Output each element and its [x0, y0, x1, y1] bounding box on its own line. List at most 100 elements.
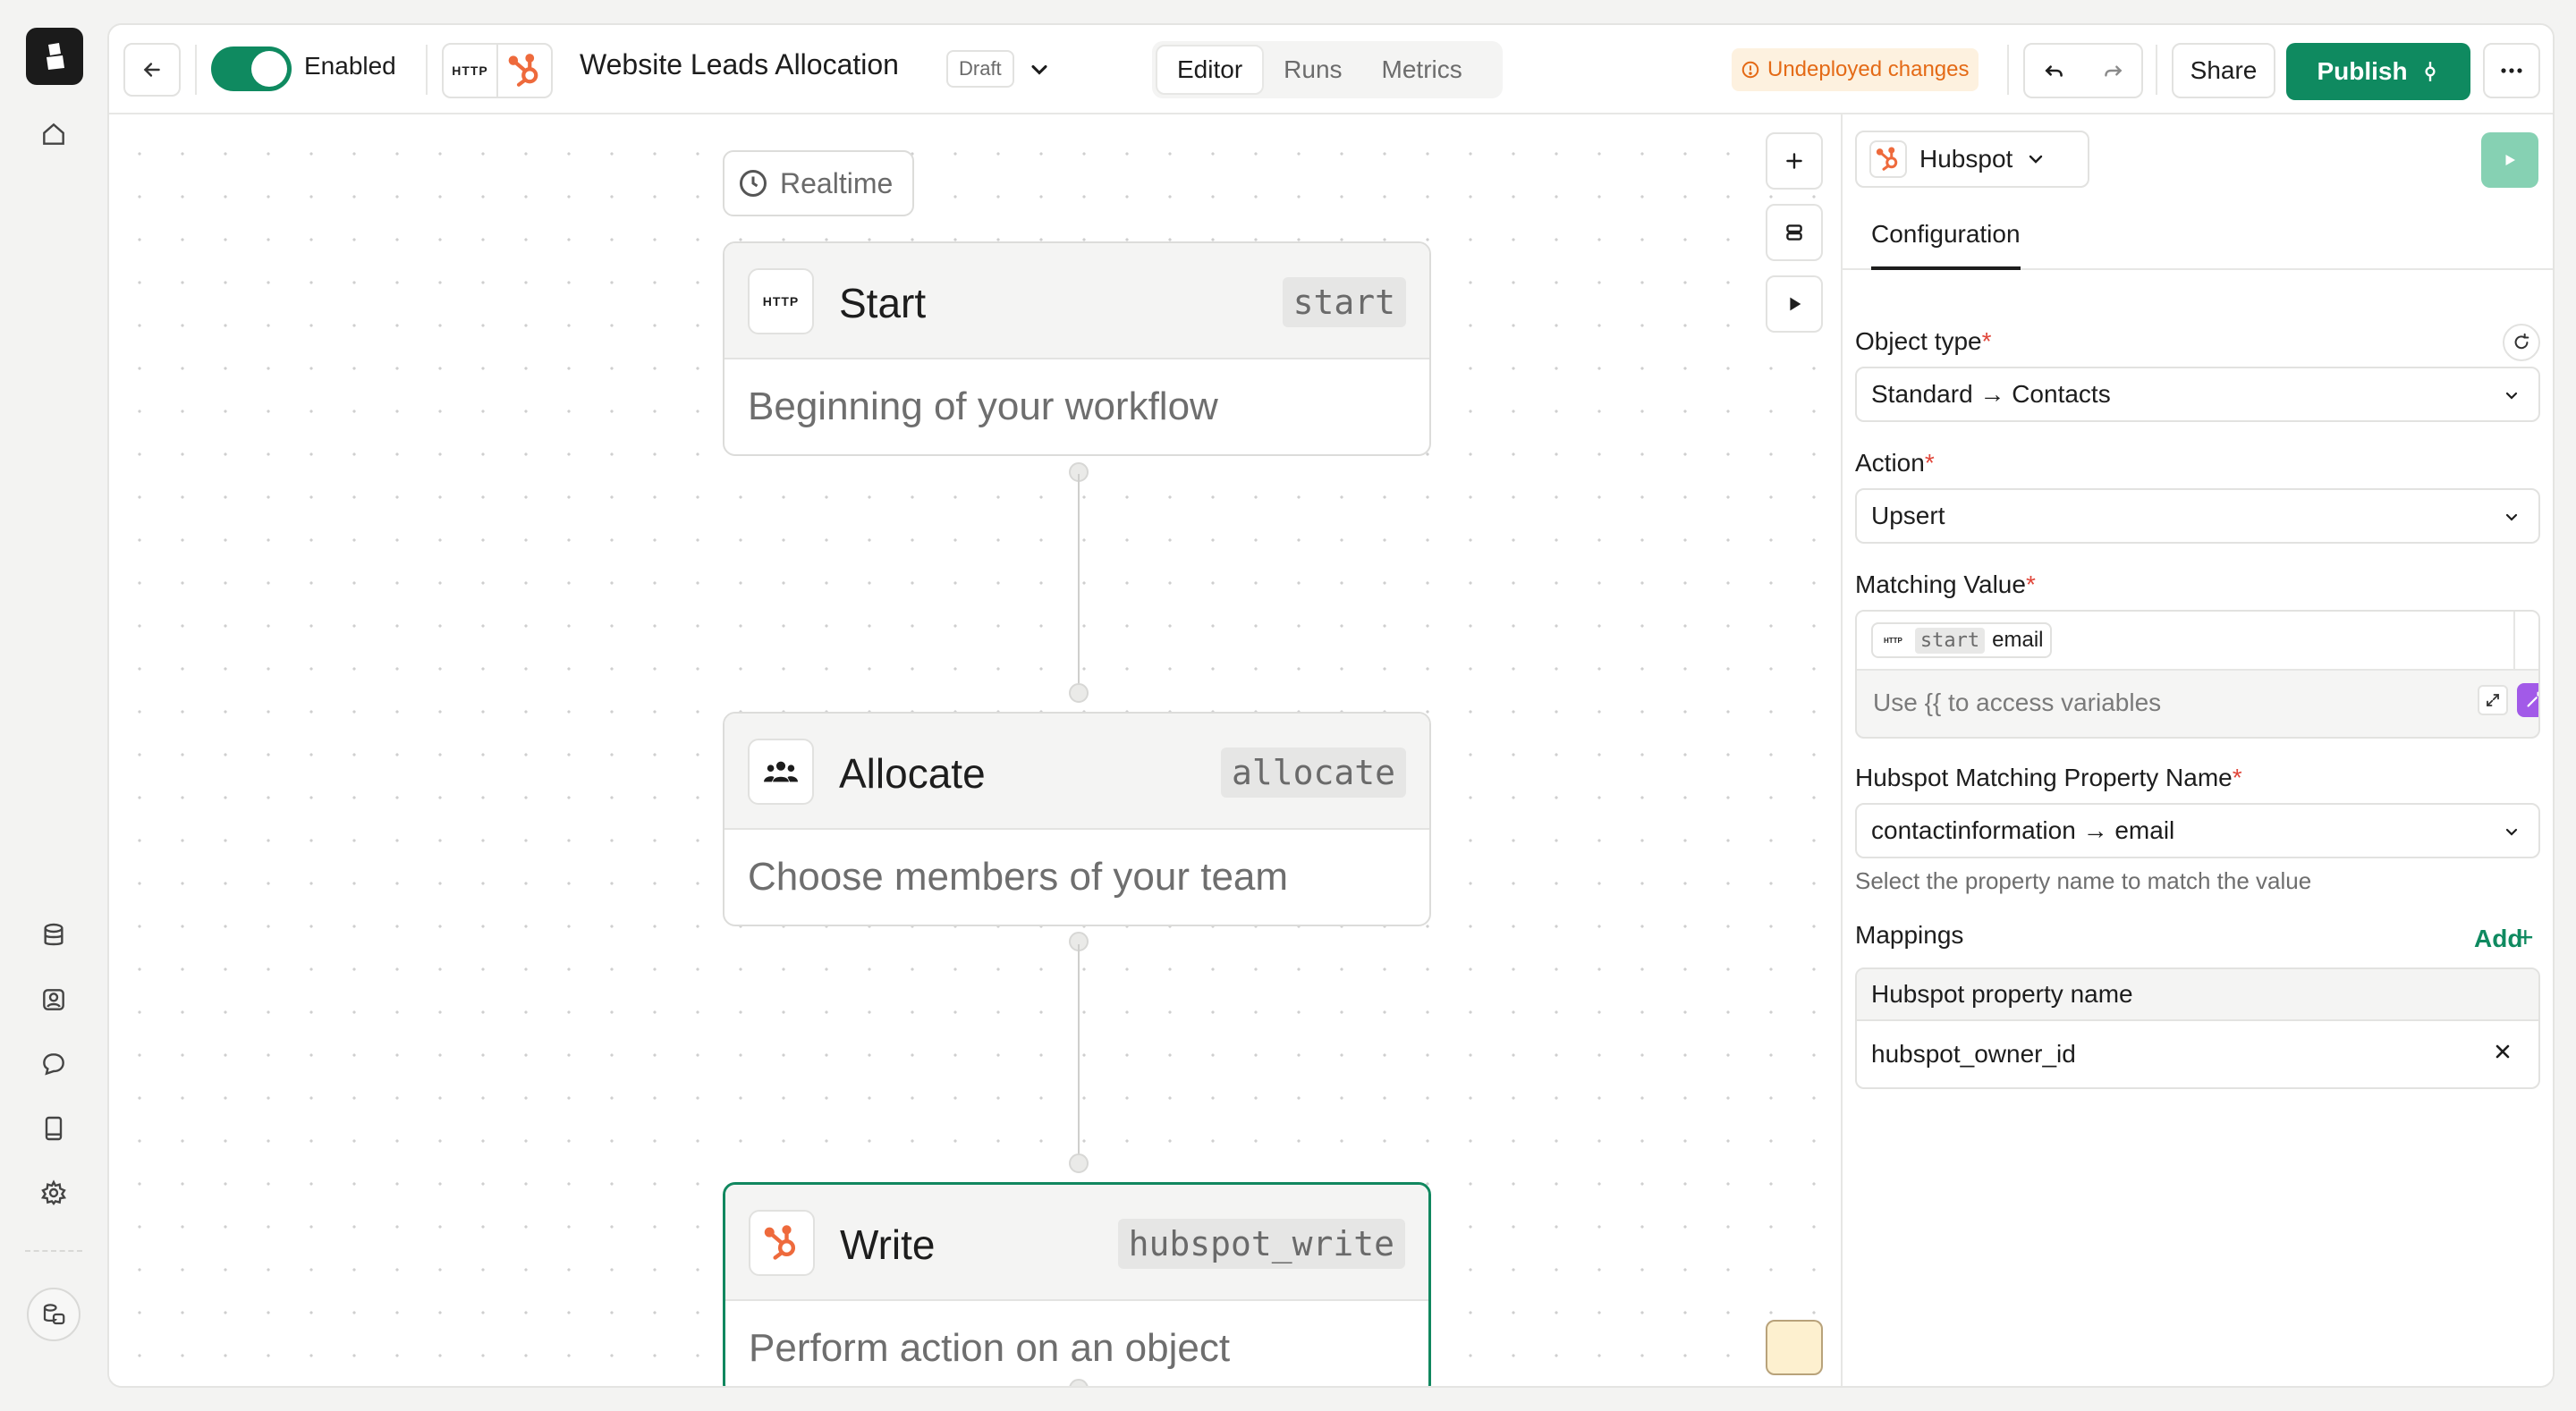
hubspot-icon [508, 54, 538, 87]
run-test-button[interactable] [1766, 275, 1823, 333]
settings-icon[interactable] [36, 1175, 72, 1211]
undo-button[interactable] [2025, 45, 2083, 97]
object-type-value: Standard → Contacts [1871, 380, 2111, 408]
trigger-realtime[interactable]: Realtime [723, 150, 914, 216]
tab-runs[interactable]: Runs [1264, 45, 1361, 95]
ai-assist-button[interactable] [2517, 683, 2538, 717]
node-allocate[interactable]: Allocate allocate Choose members of your… [723, 712, 1431, 926]
chevron-down-icon [2505, 513, 2518, 521]
play-icon [2505, 155, 2515, 165]
undo-icon [2044, 65, 2063, 77]
layout-button[interactable] [1766, 204, 1823, 261]
trigger-label: Realtime [780, 166, 894, 199]
separator [2007, 45, 2009, 95]
matching-value-editor[interactable]: HTTP start email Use {{ to access variab… [1855, 610, 2540, 739]
http-icon: HTTP [1884, 636, 1902, 645]
workflow-title[interactable]: Website Leads Allocation [580, 48, 899, 81]
plus-icon[interactable]: + [2517, 921, 2534, 954]
enabled-label: Enabled [304, 52, 396, 80]
app-name: Hubspot [1919, 145, 2013, 173]
workflow-canvas[interactable]: Realtime HTTP Start start Beginning of y… [109, 114, 1841, 1386]
hubspot-icon [1869, 140, 1907, 178]
left-rail [0, 0, 107, 1411]
tab-editor[interactable]: Editor [1156, 45, 1265, 95]
variable-token[interactable]: HTTP start email [1871, 622, 2053, 658]
node-title: Write [840, 1221, 936, 1268]
matching-property-label: Hubspot Matching Property Name* [1855, 764, 2242, 791]
workflow-apps[interactable]: HTTP [442, 43, 553, 98]
chevron-down-icon[interactable] [1027, 57, 1052, 87]
magic-wand-icon [2527, 691, 2538, 707]
mapping-property: hubspot_owner_id [1871, 1040, 2076, 1068]
action-value: Upsert [1871, 502, 1945, 529]
hubspot-icon [749, 1210, 815, 1276]
scrollbar[interactable] [2513, 612, 2538, 671]
more-horizontal-icon [2501, 68, 2522, 73]
toggle-knob [251, 51, 287, 87]
table-row[interactable]: hubspot_owner_id [1857, 1021, 2538, 1087]
mappings-column-header: Hubspot property name [1857, 969, 2538, 1021]
add-node-button[interactable] [1766, 132, 1823, 190]
app-logo[interactable] [26, 28, 83, 85]
separator [2156, 45, 2157, 95]
tab-configuration[interactable]: Configuration [1871, 220, 2021, 270]
workspace-avatar[interactable] [27, 1288, 80, 1341]
object-type-select[interactable]: Standard → Contacts [1855, 367, 2540, 422]
chevron-down-icon [2029, 155, 2043, 164]
node-title: Start [839, 280, 927, 326]
expand-button[interactable] [2478, 685, 2508, 715]
matching-property-value: contactinformation → email [1871, 816, 2175, 844]
edge-start-allocate [1078, 474, 1080, 685]
action-select[interactable]: Upsert [1855, 488, 2540, 544]
share-button[interactable]: Share [2172, 43, 2275, 98]
action-label: Action* [1855, 449, 1935, 477]
view-tabs: Editor Runs Metrics [1152, 41, 1503, 98]
node-id: allocate [1220, 748, 1406, 798]
team-icon [748, 739, 814, 805]
run-step-button[interactable] [2481, 132, 2538, 188]
database-icon[interactable] [36, 917, 72, 953]
http-app: HTTP [444, 45, 498, 97]
enabled-toggle[interactable] [211, 46, 292, 91]
layers-icon [1786, 224, 1802, 241]
object-type-label: Object type* [1855, 327, 1992, 355]
matching-value-label: Matching Value* [1855, 570, 2036, 598]
chat-icon[interactable] [36, 1046, 72, 1082]
node-header: HTTP Start start [724, 243, 1429, 359]
more-options-button[interactable] [2483, 43, 2540, 98]
refresh-button[interactable] [2503, 324, 2540, 361]
separator [426, 45, 428, 95]
minimap-toggle[interactable] [1766, 1320, 1823, 1375]
matching-property-select[interactable]: contactinformation → email [1855, 803, 2540, 858]
home-icon[interactable] [36, 116, 72, 152]
node-id: start [1282, 277, 1406, 327]
node-description: Beginning of your workflow [748, 384, 1218, 428]
add-mapping-button[interactable]: Add [2474, 925, 2522, 953]
back-button[interactable] [123, 43, 181, 97]
close-icon[interactable] [2492, 1041, 2513, 1062]
config-panel: Hubspot Configuration Object type* Stand… [1841, 114, 2553, 1386]
rail-divider [25, 1250, 82, 1252]
hubspot-app [498, 45, 551, 97]
separator [195, 45, 197, 95]
node-id: hubspot_write [1117, 1219, 1405, 1269]
app-selector[interactable]: Hubspot [1855, 131, 2089, 188]
top-bar: Enabled HTTP Website Leads Allocation Dr… [109, 25, 2553, 114]
variable-tokens: HTTP start email [1857, 612, 2538, 671]
publish-button[interactable]: Publish [2286, 43, 2470, 100]
redo-button[interactable] [2083, 45, 2141, 97]
expand-icon [2487, 694, 2499, 706]
input-port[interactable] [1069, 683, 1089, 703]
undeployed-changes-badge[interactable]: Undeployed changes [1732, 48, 1979, 91]
node-header: Write hubspot_write [725, 1185, 1428, 1301]
node-start[interactable]: HTTP Start start Beginning of your workf… [723, 241, 1431, 456]
tab-metrics[interactable]: Metrics [1362, 45, 1482, 95]
chevron-down-icon [2505, 828, 2518, 836]
node-write[interactable]: Write hubspot_write Perform action on an… [723, 1182, 1431, 1386]
input-port[interactable] [1069, 1153, 1089, 1173]
matching-value-input[interactable]: Use {{ to access variables [1873, 689, 2161, 717]
panel-tabs: Configuration [1843, 204, 2553, 270]
book-icon[interactable] [36, 1111, 72, 1146]
contacts-icon[interactable] [36, 982, 72, 1018]
node-description: Choose members of your team [748, 855, 1289, 899]
